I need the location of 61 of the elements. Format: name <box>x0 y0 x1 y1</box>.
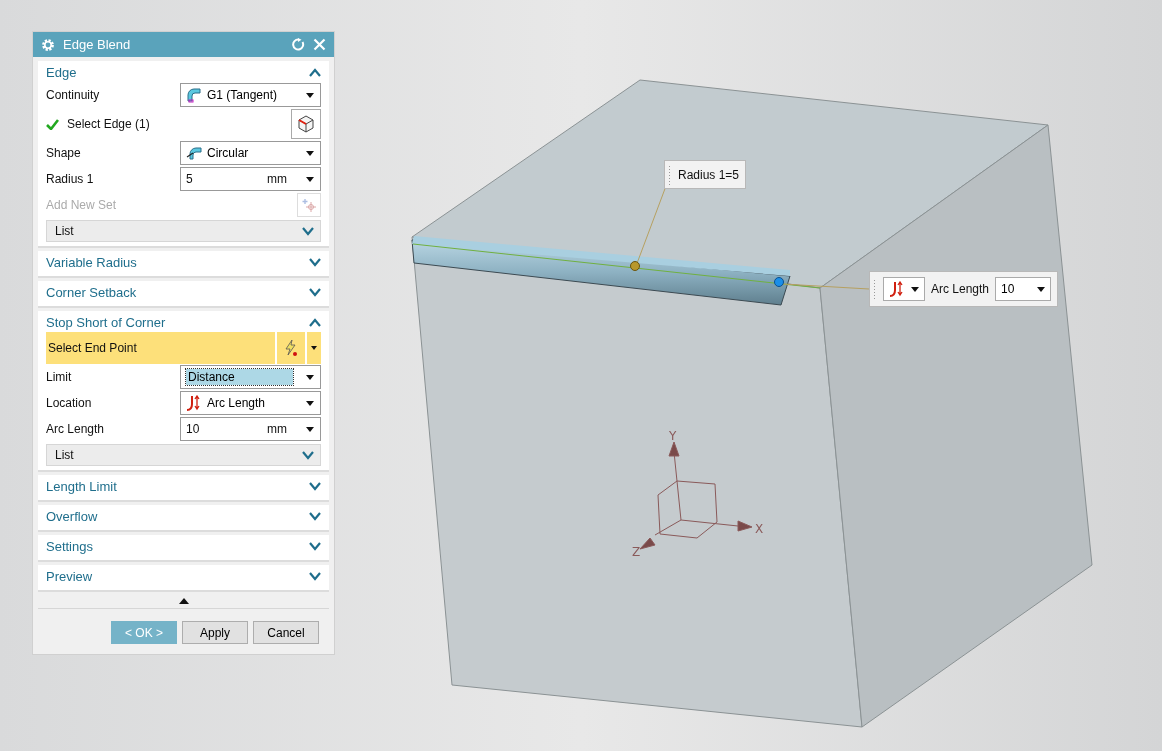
collapse-arrow-icon[interactable] <box>178 598 189 604</box>
section-title[interactable]: Variable Radius <box>46 254 137 270</box>
dialog-button[interactable]: Cancel <box>253 621 319 644</box>
cube-icon <box>296 114 316 134</box>
expand-icon[interactable] <box>302 450 314 460</box>
section-title[interactable]: Edge <box>46 64 77 80</box>
location-dropdown[interactable] <box>883 277 925 301</box>
window-title: Edge Blend <box>63 37 132 52</box>
expand-icon[interactable] <box>309 511 321 521</box>
list-toggle[interactable]: List <box>46 220 321 242</box>
drag-handle-icon[interactable] <box>774 277 784 287</box>
radius-value: Radius 1=5 <box>678 167 740 182</box>
field-label: Radius 1 <box>46 172 95 186</box>
arc-length-callout[interactable]: Arc Length 10 <box>869 271 1059 307</box>
dialog-button[interactable]: Apply <box>182 621 248 644</box>
section-title[interactable]: Settings <box>46 538 93 554</box>
field-label: Continuity <box>46 88 101 102</box>
value-field[interactable]: 10 mm <box>180 417 321 441</box>
list-toggle[interactable]: List <box>46 444 321 466</box>
expand-icon[interactable] <box>309 481 321 491</box>
collapse-icon[interactable] <box>309 317 321 327</box>
dropdown[interactable]: Distance <box>180 365 321 389</box>
lightning-icon <box>283 339 299 357</box>
section-title[interactable]: Length Limit <box>46 478 117 494</box>
field-label: Arc Length <box>46 422 106 436</box>
radius-curve-icon <box>186 145 202 161</box>
expand-icon[interactable] <box>309 541 321 551</box>
drag-handle-icon[interactable] <box>630 261 640 271</box>
reset-icon[interactable] <box>292 38 305 51</box>
selection-label[interactable]: Select Edge (1) <box>65 117 285 131</box>
field-label: Location <box>46 396 93 410</box>
settings-icon[interactable] <box>41 37 55 52</box>
section-title[interactable]: Corner Setback <box>46 284 137 300</box>
value-field[interactable]: 5 mm <box>180 167 321 191</box>
grip-icon[interactable] <box>873 279 877 299</box>
arc-length-label: Arc Length <box>931 282 990 296</box>
dropdown[interactable]: Circular <box>180 141 321 165</box>
field-label: Limit <box>46 370 73 384</box>
radius-callout[interactable]: Radius 1=5 <box>664 160 747 189</box>
expand-icon[interactable] <box>309 571 321 581</box>
grip-icon[interactable] <box>668 164 672 185</box>
expand-icon[interactable] <box>309 257 321 267</box>
section-title[interactable]: Stop Short of Corner <box>46 314 166 330</box>
arc-length-icon <box>889 281 905 297</box>
field-label: Shape <box>46 146 82 160</box>
arc-length-field[interactable]: 10 <box>995 277 1052 301</box>
add-point-icon <box>302 198 316 212</box>
section-title[interactable]: Preview <box>46 568 93 584</box>
section-title[interactable]: Overflow <box>46 508 98 524</box>
axis-label: Z <box>632 545 641 559</box>
expand-icon[interactable] <box>309 287 321 297</box>
dropdown[interactable]: Arc Length <box>180 391 321 415</box>
arc-length-icon <box>186 395 202 411</box>
edge-selector-button[interactable] <box>291 109 321 139</box>
axis-label: Y <box>669 429 677 443</box>
expand-icon[interactable] <box>302 226 314 236</box>
collapse-icon[interactable] <box>309 67 321 77</box>
close-icon[interactable] <box>313 38 326 51</box>
dropdown[interactable]: G1 (Tangent) <box>180 83 321 107</box>
blend-curve-icon <box>186 87 202 103</box>
axis-label: X <box>755 522 764 536</box>
